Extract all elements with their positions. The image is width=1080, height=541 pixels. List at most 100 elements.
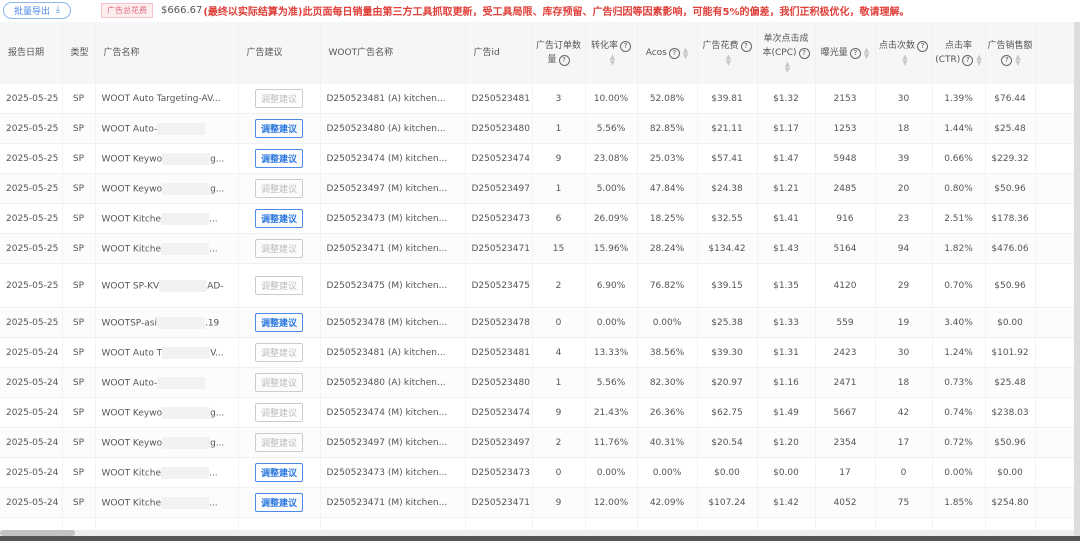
export-button[interactable]: 批量导出 ⤓ — [3, 1, 71, 19]
acos-text: 82.85% — [649, 123, 685, 134]
date-text: 2025-05-24 — [6, 437, 59, 448]
adjust-suggestion-button[interactable]: 调整建议 — [254, 313, 303, 332]
column-header-spend[interactable]: 广告花费 ? ▲ ▼ — [697, 22, 758, 84]
impr-text: 2423 — [833, 347, 857, 358]
cell-acos: 28.24% — [637, 233, 698, 264]
type-text: SP — [72, 153, 85, 164]
clicks-text: 17 — [897, 437, 910, 448]
cvr-text: 12.00% — [593, 497, 629, 508]
cell-orders: 1 — [532, 173, 586, 204]
table-row: 2025-05-24 SP WOOT Keywo g... 调整建议 D250523474… — [0, 397, 1074, 428]
cell-type: SP — [62, 173, 96, 204]
help-icon[interactable]: ? — [620, 41, 631, 52]
adjust-suggestion-button[interactable]: 调整建议 — [254, 179, 303, 198]
acos-text: 47.84% — [649, 183, 685, 194]
cell-ctr: 0.00% — [932, 457, 986, 488]
cell-suggestion: 调整建议 — [238, 263, 321, 308]
date-text: 2025-05-25 — [6, 317, 59, 328]
cell-suggestion: 调整建议 — [238, 203, 321, 234]
help-icon[interactable]: ? — [962, 55, 974, 66]
cell-cvr: 0.00% — [585, 457, 638, 488]
cpc-text: $1.47 — [773, 153, 799, 164]
sales-text: $476.06 — [991, 243, 1029, 254]
cell-cpc: $1.49 — [757, 397, 816, 428]
sort-icon[interactable]: ▲ ▼ — [1015, 53, 1020, 66]
cell-woot: D250523481 (A) kitchen... — [320, 337, 466, 368]
column-header-acos[interactable]: Acos? ▲ ▼ — [637, 22, 698, 84]
sort-icon[interactable]: ▲ ▼ — [610, 53, 615, 66]
adjust-suggestion-button[interactable]: 调整建议 — [254, 433, 303, 452]
adjust-suggestion-button[interactable]: 调整建议 — [254, 89, 303, 108]
cell-suggestion: 调整建议 — [238, 367, 321, 398]
sort-icon[interactable]: ▲ ▼ — [976, 53, 981, 66]
cpc-text: $1.43 — [773, 243, 799, 254]
cell-id: D250523480 — [465, 113, 533, 144]
cell-clicks: 29 — [875, 263, 933, 308]
column-header-conversion-rate[interactable]: 转化率 ? ▲ ▼ — [585, 22, 638, 84]
ad-name-start: WOOT SP-KV — [101, 281, 160, 291]
adjust-suggestion-button[interactable]: 调整建议 — [254, 239, 303, 258]
ctr-text: 1.24% — [944, 347, 973, 358]
cell-sales: $50.96 — [985, 427, 1036, 458]
cell-clicks: 20 — [875, 173, 933, 204]
column-header-ctr[interactable]: 点击率(CTR)? ▲ ▼ — [932, 22, 986, 84]
adjust-suggestion-button[interactable]: 调整建议 — [254, 276, 303, 295]
ad-name-end: g... — [210, 154, 225, 164]
adjust-suggestion-button[interactable]: 调整建议 — [254, 373, 303, 392]
help-icon[interactable]: ? — [917, 41, 928, 52]
sort-icon[interactable]: ▲ ▼ — [785, 60, 790, 73]
column-header-sales[interactable]: 广告销售额? ▲ ▼ — [985, 22, 1036, 84]
sort-icon[interactable]: ▲ ▼ — [683, 46, 688, 59]
cell-woot: D250523497 (M) kitchen... — [320, 427, 466, 458]
cell-impr: 5164 — [815, 233, 876, 264]
adjust-suggestion-button[interactable]: 调整建议 — [254, 343, 303, 362]
spend-text: $21.11 — [711, 123, 743, 134]
sort-icon[interactable]: ▲ ▼ — [726, 53, 731, 66]
cell-cvr: 5.56% — [585, 113, 638, 144]
cell-more — [1035, 173, 1074, 204]
cell-clicks: 30 — [875, 337, 933, 368]
cell-clicks: 75 — [875, 487, 933, 518]
adjust-suggestion-button[interactable]: 调整建议 — [254, 463, 303, 482]
help-icon[interactable]: ? — [798, 48, 810, 59]
adjust-suggestion-button[interactable]: 调整建议 — [254, 209, 303, 228]
woot-text: D250523478 (M) kitchen... — [326, 317, 448, 328]
cell-date: 2025-05-24 — [0, 367, 63, 398]
adjust-suggestion-button[interactable]: 调整建议 — [254, 149, 303, 168]
sort-icon[interactable]: ▲ ▼ — [902, 53, 907, 66]
help-icon[interactable]: ? — [558, 55, 570, 66]
sort-icon[interactable]: ▲ ▼ — [864, 46, 869, 59]
acos-text: 38.56% — [649, 347, 685, 358]
column-header-impressions[interactable]: 曝光量? ▲ ▼ — [815, 22, 876, 84]
cell-cvr: 26.09% — [585, 203, 638, 234]
adjust-suggestion-button[interactable]: 调整建议 — [254, 119, 303, 138]
redacted-block — [157, 122, 206, 135]
help-icon[interactable]: ? — [1001, 55, 1013, 66]
cell-impr: 17 — [815, 457, 876, 488]
cell-date: 2025-05-24 — [0, 487, 63, 518]
sales-text: $25.48 — [994, 377, 1026, 388]
cell-type: SP — [62, 113, 96, 144]
help-icon[interactable]: ? — [849, 48, 861, 59]
sales-text: $50.96 — [994, 280, 1026, 291]
help-icon[interactable]: ? — [740, 41, 752, 52]
orders-text: 2 — [555, 437, 562, 448]
cell-ctr: 0.74% — [932, 397, 986, 428]
column-label: 广告名称 — [103, 48, 140, 58]
cell-cvr: 0.00% — [585, 307, 638, 338]
sales-text: $178.36 — [991, 213, 1029, 224]
table-row: 2025-05-25 SP WOOT Kitche... 调整建议 D250523473… — [0, 203, 1074, 234]
cell-impr: 1253 — [815, 113, 876, 144]
column-header-clicks[interactable]: 点击次数 ? ▲ ▼ — [875, 22, 933, 84]
cell-acos: 38.56% — [637, 337, 698, 368]
column-header-cpc[interactable]: 单次点击成本(CPC) ?▲ ▼ — [757, 22, 816, 84]
sales-text: $101.92 — [991, 347, 1029, 358]
cpc-text: $1.33 — [773, 317, 799, 328]
column-label: 报告日期 — [8, 48, 45, 58]
help-icon[interactable]: ? — [668, 48, 680, 59]
cell-type: SP — [62, 263, 96, 308]
cell-suggestion: 调整建议 — [238, 113, 321, 144]
adjust-suggestion-button[interactable]: 调整建议 — [254, 493, 303, 512]
export-label: 批量导出 — [14, 6, 51, 17]
adjust-suggestion-button[interactable]: 调整建议 — [254, 403, 303, 422]
